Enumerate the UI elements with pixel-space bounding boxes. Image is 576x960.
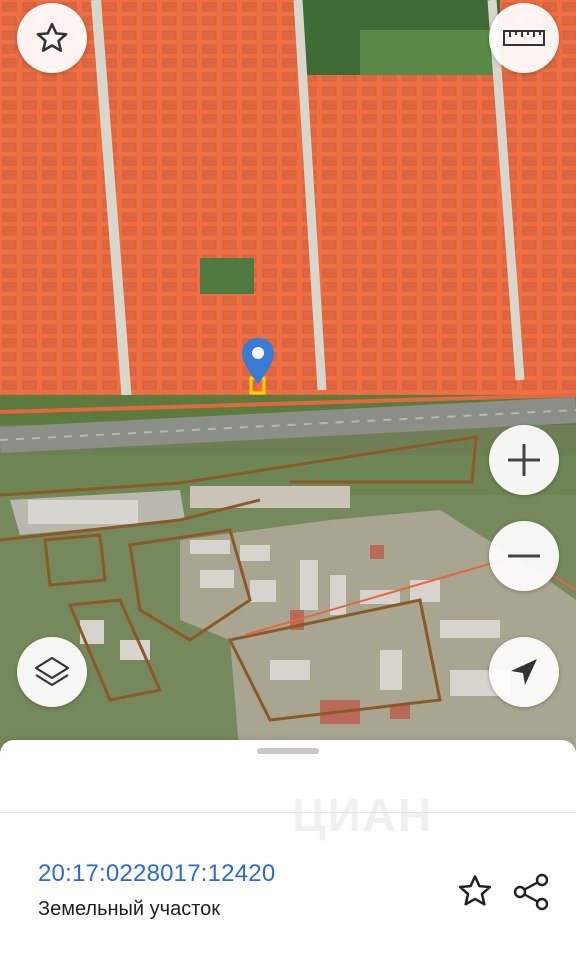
share-icon [512, 873, 552, 916]
building-row [190, 486, 350, 508]
navigation-arrow-icon [507, 655, 541, 689]
favorites-button[interactable] [17, 3, 87, 73]
divider [0, 812, 576, 813]
star-icon [34, 20, 70, 56]
bottom-sheet[interactable]: ЦИАН 20:17:0228017:12420 Земельный участ… [0, 740, 576, 960]
layers-icon [32, 652, 72, 692]
ruler-icon [502, 26, 546, 50]
share-button[interactable] [512, 872, 552, 912]
star-outline-icon [456, 875, 494, 914]
drag-handle[interactable] [257, 748, 319, 754]
map-view[interactable] [0, 0, 576, 760]
green-plot [200, 258, 254, 294]
layers-button[interactable] [17, 637, 87, 707]
zoom-out-button[interactable] [489, 521, 559, 591]
minus-icon [504, 536, 544, 576]
plus-icon [504, 440, 544, 480]
my-location-button[interactable] [489, 637, 559, 707]
warehouse [28, 500, 138, 524]
cadastral-number[interactable]: 20:17:0228017:12420 [38, 860, 275, 888]
watermark-logo: ЦИАН [292, 789, 434, 841]
field-patch-2 [360, 30, 500, 75]
measure-button[interactable] [489, 3, 559, 73]
object-type: Земельный участок [38, 898, 221, 920]
add-favorite-button[interactable] [456, 872, 494, 910]
satellite-map[interactable] [0, 0, 576, 760]
zoom-in-button[interactable] [489, 425, 559, 495]
